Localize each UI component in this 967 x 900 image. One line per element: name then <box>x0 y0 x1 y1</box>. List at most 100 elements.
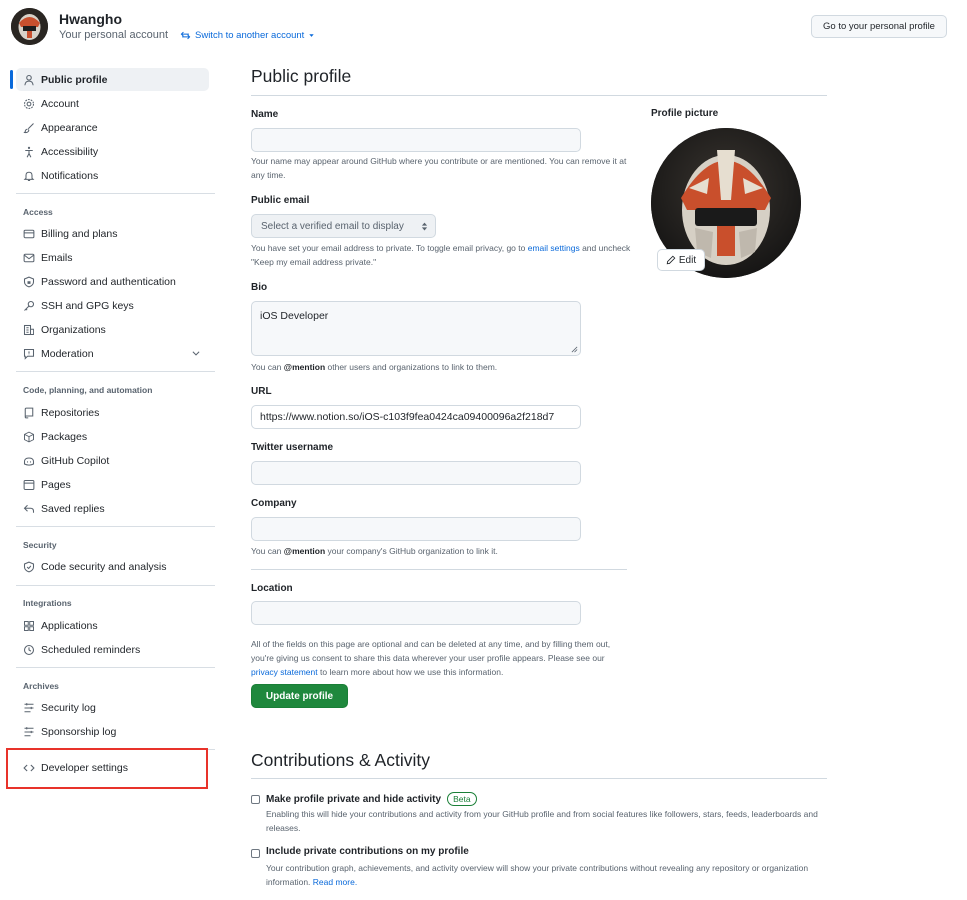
gear-icon <box>23 98 35 110</box>
sidebar-item-billing[interactable]: Billing and plans <box>16 222 209 245</box>
switch-account-link[interactable]: Switch to another account <box>180 30 315 41</box>
active-indicator <box>10 70 13 89</box>
email-hint: You have set your email address to priva… <box>251 241 631 269</box>
report-icon <box>23 348 35 360</box>
url-label: URL <box>251 386 272 397</box>
url-input[interactable]: https://www.notion.so/iOS-c103f9fea0424c… <box>251 405 581 429</box>
sidebar-item-label: GitHub Copilot <box>41 454 110 467</box>
company-label: Company <box>251 498 297 509</box>
private-profile-hint: Enabling this will hide your contributio… <box>266 809 818 833</box>
sidebar-item-packages[interactable]: Packages <box>16 425 209 448</box>
sidebar-item-account[interactable]: Account <box>16 92 209 115</box>
sidebar-item-ssh-gpg[interactable]: SSH and GPG keys <box>16 294 209 317</box>
resize-handle-icon[interactable] <box>571 346 578 353</box>
bio-value: iOS Developer <box>260 310 329 322</box>
sidebar-divider <box>16 371 215 372</box>
package-icon <box>23 431 35 443</box>
sidebar-item-label: SSH and GPG keys <box>41 299 134 312</box>
edit-profile-picture-button[interactable]: Edit <box>657 249 705 271</box>
sidebar-item-moderation[interactable]: Moderation <box>16 342 209 365</box>
include-private-checkbox[interactable] <box>251 849 260 858</box>
sidebar-item-public-profile[interactable]: Public profile <box>16 68 209 91</box>
email-hint-text: You have set your email address to priva… <box>251 243 526 253</box>
sidebar-item-label: Emails <box>41 251 73 264</box>
include-private-label: Include private contributions on my prof… <box>266 846 469 857</box>
sidebar-item-repositories[interactable]: Repositories <box>16 401 209 424</box>
log-icon <box>23 702 35 714</box>
sidebar-item-label: Applications <box>41 619 98 632</box>
sidebar-item-label: Moderation <box>41 347 94 360</box>
accessibility-icon <box>23 146 35 158</box>
private-profile-label-text: Make profile private and hide activity <box>266 793 442 805</box>
caret-down-icon <box>309 34 315 37</box>
paintbrush-icon <box>23 122 35 134</box>
page-title: Public profile <box>251 66 352 86</box>
sidebar-item-label: Notifications <box>41 169 99 182</box>
public-email-select-value: Select a verified email to display <box>261 220 404 232</box>
sidebar-item-appearance[interactable]: Appearance <box>16 116 209 139</box>
bio-hint-text: You can <box>251 362 282 372</box>
apps-icon <box>23 620 35 632</box>
avatar[interactable] <box>11 8 48 45</box>
beta-badge: Beta <box>447 792 477 806</box>
sidebar-item-label: Accessibility <box>41 145 99 158</box>
sidebar-item-sponsorship-log[interactable]: Sponsorship log <box>16 720 209 743</box>
sidebar-item-label: Saved replies <box>41 502 105 515</box>
bell-icon <box>23 170 35 182</box>
company-input[interactable] <box>251 517 581 541</box>
highlight-annotation-box <box>6 748 208 789</box>
sidebar-item-applications[interactable]: Applications <box>16 614 209 637</box>
company-hint-text: You can <box>251 546 282 556</box>
sidebar-divider <box>16 667 215 668</box>
sidebar-item-security-log[interactable]: Security log <box>16 696 209 719</box>
copilot-icon <box>23 455 35 467</box>
location-input[interactable] <box>251 601 581 625</box>
contributions-divider <box>251 778 827 779</box>
sidebar-item-label: Account <box>41 97 79 110</box>
sidebar-divider <box>16 585 215 586</box>
public-email-label: Public email <box>251 195 310 206</box>
account-subtitle: Your personal account <box>59 29 169 41</box>
sidebar-item-pages[interactable]: Pages <box>16 473 209 496</box>
sidebar-item-label: Sponsorship log <box>41 725 117 738</box>
update-profile-button[interactable]: Update profile <box>251 684 348 708</box>
sidebar-item-accessibility[interactable]: Accessibility <box>16 140 209 163</box>
email-settings-link[interactable]: email settings <box>528 243 580 253</box>
private-profile-checkbox[interactable] <box>251 795 260 804</box>
sidebar-item-copilot[interactable]: GitHub Copilot <box>16 449 209 472</box>
name-input[interactable] <box>251 128 581 152</box>
mention-text: @mention <box>283 546 326 556</box>
browser-icon <box>23 479 35 491</box>
company-hint-text-2: your company's GitHub organization to li… <box>327 546 498 556</box>
privacy-statement-link[interactable]: privacy statement <box>251 667 318 677</box>
public-email-select[interactable]: Select a verified email to display <box>251 214 436 238</box>
name-hint: Your name may appear around GitHub where… <box>251 156 627 180</box>
repo-icon <box>23 407 35 419</box>
sidebar-item-notifications[interactable]: Notifications <box>16 164 209 187</box>
sidebar-item-organizations[interactable]: Organizations <box>16 318 209 341</box>
sidebar-item-label: Billing and plans <box>41 227 118 240</box>
contributions-title: Contributions & Activity <box>251 750 430 770</box>
credit-card-icon <box>23 228 35 240</box>
sidebar-divider <box>16 526 215 527</box>
read-more-link[interactable]: Read more. <box>313 877 357 887</box>
sidebar-item-code-security[interactable]: Code security and analysis <box>16 555 209 578</box>
sidebar-item-saved-replies[interactable]: Saved replies <box>16 497 209 520</box>
sidebar-item-emails[interactable]: Emails <box>16 246 209 269</box>
location-label: Location <box>251 583 293 594</box>
sidebar-item-label: Repositories <box>41 406 100 419</box>
organization-icon <box>23 324 35 336</box>
sidebar-item-label: Code security and analysis <box>41 560 167 573</box>
sidebar-item-label: Scheduled reminders <box>41 643 141 656</box>
bio-textarea[interactable]: iOS Developer <box>251 301 581 356</box>
chevron-down-icon[interactable] <box>191 348 201 358</box>
twitter-input[interactable] <box>251 461 581 485</box>
pencil-icon <box>666 255 676 265</box>
name-label: Name <box>251 109 279 120</box>
consent-text-2: to learn more about how we use this info… <box>320 667 504 677</box>
private-profile-label: Make profile private and hide activity B… <box>266 792 477 806</box>
go-to-personal-profile-button[interactable]: Go to your personal profile <box>811 15 947 38</box>
mail-icon <box>23 252 35 264</box>
sidebar-item-scheduled-reminders[interactable]: Scheduled reminders <box>16 638 209 661</box>
sidebar-item-password[interactable]: Password and authentication <box>16 270 209 293</box>
